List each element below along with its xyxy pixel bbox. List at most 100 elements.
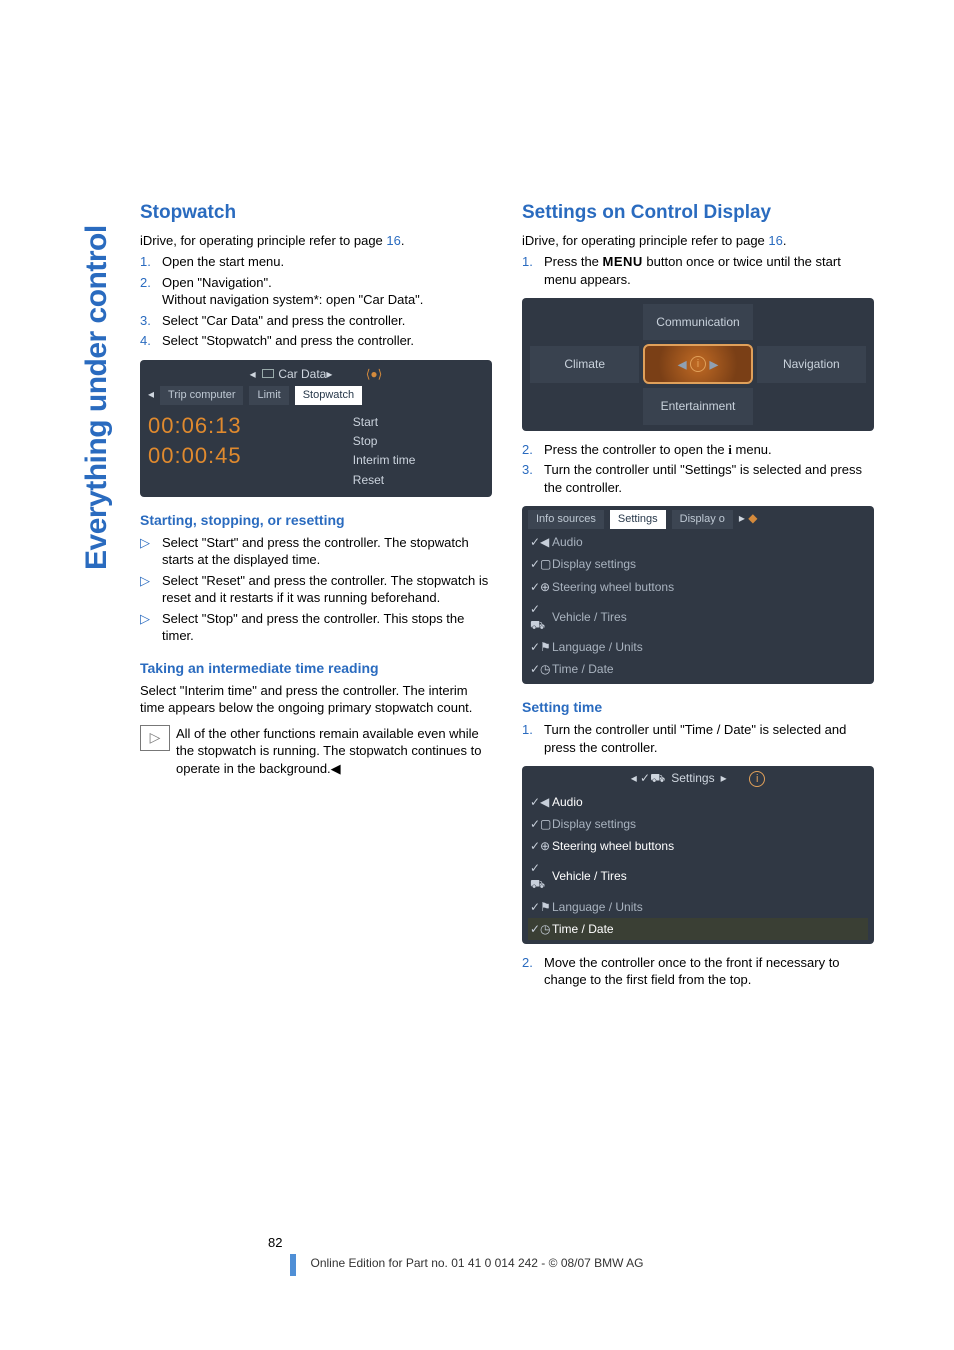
heading-settings: Settings on Control Display <box>522 200 874 226</box>
step-num: 1. <box>522 721 544 756</box>
step-num: 2. <box>522 441 544 459</box>
step-text: Press the controller to open the i menu. <box>544 441 874 459</box>
opt-start[interactable]: Start <box>353 414 484 430</box>
bullet-text: Select "Reset" and press the controller.… <box>162 572 492 607</box>
shot2-tabs: Info sources Settings Display o ▸ ◆ <box>528 510 868 529</box>
tab-limit[interactable]: Limit <box>249 386 288 405</box>
audio-icon: ✓◀ <box>530 534 546 550</box>
flag-icon: ✓⚑ <box>530 639 546 655</box>
step-text: Press the MENU button once or twice unti… <box>544 253 874 288</box>
side-section-label: Everything under control <box>80 225 114 570</box>
tab-info-sources[interactable]: Info sources <box>528 510 604 529</box>
step-num: 1. <box>522 253 544 288</box>
opt-reset[interactable]: Reset <box>353 472 484 488</box>
end-marker-icon: ◀ <box>331 761 341 776</box>
step-1: 1.Open the start menu. <box>140 253 492 271</box>
row-display-settings[interactable]: ✓▢Display settings <box>528 553 868 575</box>
flag-icon: ✓⚑ <box>530 899 546 915</box>
content-columns: Stopwatch iDrive, for operating principl… <box>140 200 874 999</box>
triangle-icon: ▷ <box>140 572 162 607</box>
steps-time: 1.Turn the controller until "Time / Date… <box>522 721 874 756</box>
tab-display[interactable]: Display o <box>672 510 733 529</box>
car-icon: ✓⛟ <box>530 860 546 892</box>
opt-interim[interactable]: Interim time <box>353 452 484 468</box>
left-column: Stopwatch iDrive, for operating principl… <box>140 200 492 999</box>
intro-a: iDrive, for operating principle refer to… <box>140 233 386 248</box>
row-audio[interactable]: ✓◀Audio <box>528 791 868 813</box>
row-time-date-selected[interactable]: ✓◷Time / Date <box>528 918 868 940</box>
tab-trip-computer[interactable]: Trip computer <box>160 386 243 405</box>
shot3-header: ◂ ✓⛟ Settings ▸ i <box>528 770 868 786</box>
step-text: Select "Car Data" and press the controll… <box>162 312 492 330</box>
info-icon: i <box>690 356 706 372</box>
row-audio[interactable]: ✓◀Audio <box>528 531 868 553</box>
row-vehicle[interactable]: ✓⛟Vehicle / Tires <box>528 857 868 895</box>
steps-time2: 2.Move the controller once to the front … <box>522 954 874 989</box>
menu-navigation[interactable]: Navigation <box>757 346 866 382</box>
steps-list: 1.Open the start menu. 2.Open "Navigatio… <box>140 253 492 350</box>
note-text: All of the other functions remain availa… <box>176 725 492 778</box>
screenshot-start-menu: Communication Climate ◂ i ▸ Navigation E… <box>522 298 874 430</box>
step-num: 2. <box>140 274 162 309</box>
link-page-16[interactable]: 16 <box>386 233 400 248</box>
screenshot-stopwatch: ◂ Car Data▸ ⟨●⟩ ◂ Trip computer Limit St… <box>140 360 492 497</box>
bullet-list: ▷Select "Start" and press the controller… <box>140 534 492 645</box>
right-column: Settings on Control Display iDrive, for … <box>522 200 874 999</box>
row-display-settings[interactable]: ✓▢Display settings <box>528 813 868 835</box>
step-num: 3. <box>522 461 544 496</box>
list-item: ▷Select "Reset" and press the controller… <box>140 572 492 607</box>
shot-body: 00:06:13 00:00:45 Start Stop Interim tim… <box>148 411 484 491</box>
step-r1: 1. Press the MENU button once or twice u… <box>522 253 874 288</box>
step-text: Turn the controller until "Time / Date" … <box>544 721 874 756</box>
info-icon: i <box>749 771 765 787</box>
footer: 82 Online Edition for Part no. 01 41 0 0… <box>0 1256 954 1270</box>
note-play-icon: ▷ <box>140 725 170 751</box>
clock-icon: ✓◷ <box>530 921 546 937</box>
display-icon: ✓▢ <box>530 816 546 832</box>
row-vehicle[interactable]: ✓⛟Vehicle / Tires <box>528 598 868 636</box>
list-item: ▷Select "Stop" and press the controller.… <box>140 610 492 645</box>
intro-b: . <box>401 233 405 248</box>
page: Everything under control Stopwatch iDriv… <box>0 0 954 1350</box>
triangle-icon: ▷ <box>140 534 162 569</box>
row-language[interactable]: ✓⚑Language / Units <box>528 896 868 918</box>
tab-stopwatch[interactable]: Stopwatch <box>295 386 362 405</box>
row-steering[interactable]: ✓⊕Steering wheel buttons <box>528 576 868 598</box>
intro-text-r: iDrive, for operating principle refer to… <box>522 232 874 250</box>
menu-climate[interactable]: Climate <box>530 346 639 382</box>
menu-center-i-icon[interactable]: ◂ i ▸ <box>643 344 752 384</box>
page-number: 82 <box>268 1235 282 1250</box>
step-text: Turn the controller until "Settings" is … <box>544 461 874 496</box>
step-text: Open the start menu. <box>162 253 492 271</box>
menu-grid: Communication Climate ◂ i ▸ Navigation E… <box>530 304 866 424</box>
screenshot-settings-tabs: Info sources Settings Display o ▸ ◆ ✓◀Au… <box>522 506 874 684</box>
menu-entertainment[interactable]: Entertainment <box>643 388 752 424</box>
tab-settings[interactable]: Settings <box>610 510 666 529</box>
link-page-16-r[interactable]: 16 <box>768 233 782 248</box>
intro-rb: . <box>783 233 787 248</box>
list-item: ▷Select "Start" and press the controller… <box>140 534 492 569</box>
step-r3: 3. Turn the controller until "Settings" … <box>522 461 874 496</box>
display-icon: ✓▢ <box>530 556 546 572</box>
clock-icon: ✓◷ <box>530 661 546 677</box>
audio-icon: ✓◀ <box>530 794 546 810</box>
opt-stop[interactable]: Stop <box>353 433 484 449</box>
step-text: Open "Navigation".Without navigation sys… <box>162 274 492 309</box>
menu-label: MENU <box>603 254 643 269</box>
screenshot-time-date: ◂ ✓⛟ Settings ▸ i ✓◀Audio ✓▢Display sett… <box>522 766 874 944</box>
bullet-text: Select "Start" and press the controller.… <box>162 534 492 569</box>
row-steering[interactable]: ✓⊕Steering wheel buttons <box>528 835 868 857</box>
note-block: ▷ All of the other functions remain avai… <box>140 725 492 778</box>
shot-header: ◂ Car Data▸ ⟨●⟩ <box>148 366 484 382</box>
stopwatch-options: Start Stop Interim time Reset <box>353 411 484 491</box>
bullet-text: Select "Stop" and press the controller. … <box>162 610 492 645</box>
row-time-date[interactable]: ✓◷Time / Date <box>528 658 868 680</box>
step-time-1: 1.Turn the controller until "Time / Date… <box>522 721 874 756</box>
intro-text: iDrive, for operating principle refer to… <box>140 232 492 250</box>
footer-bar-icon <box>290 1254 296 1276</box>
step-num: 3. <box>140 312 162 330</box>
menu-communication[interactable]: Communication <box>643 304 752 340</box>
step-num: 4. <box>140 332 162 350</box>
step-4: 4.Select "Stopwatch" and press the contr… <box>140 332 492 350</box>
row-language[interactable]: ✓⚑Language / Units <box>528 636 868 658</box>
